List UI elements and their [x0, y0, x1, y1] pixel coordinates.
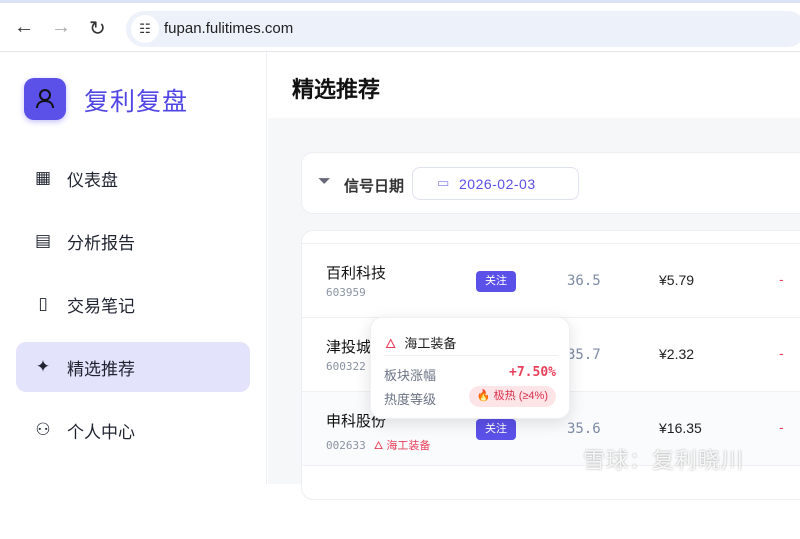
url-text: fupan.fulitimes.com — [164, 20, 294, 37]
user-icon: ⚇ — [35, 420, 51, 439]
sidebar: 复利复盘 ▦ 仪表盘 ▤ 分析报告 ▯ 交易笔记 ✦ 精选推荐 ⚇ 个人中心 — [0, 52, 267, 484]
sidebar-item-picks[interactable]: ✦ 精选推荐 — [16, 342, 250, 392]
page-title: 精选推荐 — [292, 77, 381, 102]
table-row[interactable]: 百利科技 603959 关注 36.5 ¥5.79 - — [302, 243, 800, 317]
calendar-icon: ▭ — [437, 175, 450, 190]
sidebar-item-label: 分析报告 — [67, 233, 135, 253]
date-picker[interactable]: ▭ 2026-02-03 — [412, 167, 579, 200]
sidebar-item-dashboard[interactable]: ▦ 仪表盘 — [16, 153, 250, 203]
stock-code: 600322 — [326, 360, 366, 373]
flame-icon: 🜂 — [385, 336, 397, 351]
heat-badge: 🔥 极热 (≥4%) — [468, 386, 556, 407]
stock-code: 603959 — [326, 286, 366, 299]
rise-value: +7.50% — [509, 365, 556, 380]
sidebar-item-profile[interactable]: ⚇ 个人中心 — [16, 405, 250, 455]
sidebar-item-label: 交易笔记 — [67, 296, 135, 316]
score: 35.7 — [567, 347, 601, 363]
reload-icon[interactable]: ↻ — [89, 16, 106, 41]
sidebar-item-label: 个人中心 — [67, 422, 135, 442]
watermark: 雪球：复利晓川 — [583, 448, 745, 473]
back-icon[interactable]: ← — [14, 16, 34, 39]
main-content: 精选推荐 ⏷ 信号日期 ▭ 2026-02-03 百利科技 603959 关注 … — [268, 52, 800, 500]
price: ¥2.32 — [659, 346, 695, 362]
address-bar[interactable]: ☷ fupan.fulitimes.com — [126, 11, 800, 47]
browser-toolbar: ← → ↻ ☷ fupan.fulitimes.com — [0, 0, 800, 52]
sidebar-item-reports[interactable]: ▤ 分析报告 — [16, 216, 250, 266]
logo-icon — [24, 78, 66, 120]
site-settings-icon[interactable]: ☷ — [131, 15, 159, 43]
sector-tag-label: 海工装备 — [386, 440, 431, 452]
heat-label: 热度等级 — [384, 392, 437, 407]
rise-label: 板块涨幅 — [384, 368, 437, 383]
document-icon: ▤ — [34, 231, 52, 250]
watch-badge[interactable]: 关注 — [476, 271, 516, 292]
page-header: 精选推荐 — [268, 52, 800, 118]
divider — [384, 355, 558, 356]
watch-badge[interactable]: 关注 — [476, 419, 516, 440]
sector-tag[interactable]: 🜂 海工装备 — [374, 440, 431, 452]
score: 35.6 — [567, 421, 601, 437]
filter-bar: ⏷ 信号日期 ▭ 2026-02-03 — [301, 152, 800, 214]
sidebar-item-notes[interactable]: ▯ 交易笔记 — [16, 279, 250, 329]
book-icon: ▯ — [38, 294, 48, 313]
dashboard-icon: ▦ — [34, 168, 52, 187]
sidebar-item-label: 仪表盘 — [67, 170, 118, 190]
forward-icon[interactable]: → — [51, 16, 71, 39]
change: - — [779, 419, 784, 435]
sparkles-icon: ✦ — [35, 357, 51, 376]
sector-tooltip: 🜂 海工装备 板块涨幅 +7.50% 热度等级 🔥 极热 (≥4%) — [370, 317, 570, 419]
code-text: 002633 — [326, 439, 366, 452]
tooltip-title: 🜂 海工装备 — [385, 330, 456, 356]
score: 36.5 — [567, 273, 601, 289]
tooltip-title-text: 海工装备 — [404, 336, 457, 351]
price: ¥5.79 — [659, 272, 695, 288]
stock-name: 百利科技 — [326, 265, 387, 282]
stock-code: 002633 🜂 海工装备 — [326, 434, 430, 456]
date-value: 2026-02-03 — [459, 176, 536, 192]
filter-label: 信号日期 — [344, 178, 405, 195]
change: - — [779, 271, 784, 287]
filter-icon: ⏷ — [318, 173, 331, 190]
sidebar-item-label: 精选推荐 — [67, 359, 135, 379]
table-row — [302, 465, 800, 539]
stock-name: 津投城 — [326, 339, 372, 356]
price: ¥16.35 — [659, 420, 702, 436]
change: - — [779, 345, 784, 361]
brand-name: 复利复盘 — [84, 88, 189, 116]
